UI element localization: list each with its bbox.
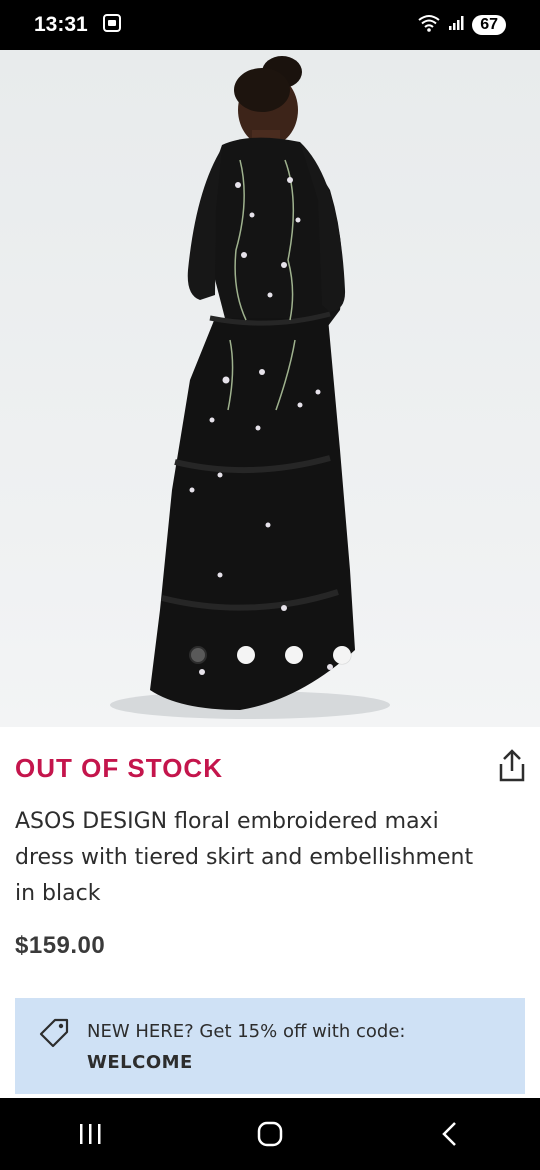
share-button[interactable] xyxy=(496,748,528,784)
stock-status: OUT OF STOCK xyxy=(15,753,223,783)
promo-text-block: NEW HERE? Get 15% off with code: WELCOME xyxy=(87,1016,507,1078)
recent-apps-icon xyxy=(80,1124,101,1144)
back-icon xyxy=(442,1122,456,1146)
system-nav-bar xyxy=(0,1098,540,1170)
carousel-dot-1[interactable] xyxy=(189,646,207,664)
carousel-dot-2[interactable] xyxy=(237,646,255,664)
carousel-dot-3[interactable] xyxy=(285,646,303,664)
battery-icon: 67 xyxy=(472,15,506,35)
home-icon xyxy=(257,1121,283,1147)
share-icon xyxy=(499,749,525,782)
screenshot-icon xyxy=(102,13,122,37)
tag-icon xyxy=(37,1016,71,1050)
carousel-dot-4[interactable] xyxy=(333,646,351,664)
back-button[interactable] xyxy=(420,1104,480,1164)
promo-banner[interactable]: NEW HERE? Get 15% off with code: WELCOME xyxy=(15,998,525,1094)
promo-code: WELCOME xyxy=(87,1052,193,1073)
recent-apps-button[interactable] xyxy=(60,1104,120,1164)
product-price: $159.00 xyxy=(15,932,106,959)
status-time: 13:31 xyxy=(34,13,88,36)
image-carousel-dots xyxy=(0,646,540,664)
product-title: ASOS DESIGN floral embroidered maxi dres… xyxy=(15,809,474,906)
status-bar: 13:31 67 xyxy=(0,0,540,50)
signal-icon xyxy=(448,15,464,35)
dress-photo xyxy=(110,56,390,719)
promo-message: NEW HERE? Get 15% off with code: xyxy=(87,1021,406,1042)
home-button[interactable] xyxy=(240,1104,300,1164)
product-image[interactable] xyxy=(0,50,540,727)
wifi-icon xyxy=(418,14,440,36)
